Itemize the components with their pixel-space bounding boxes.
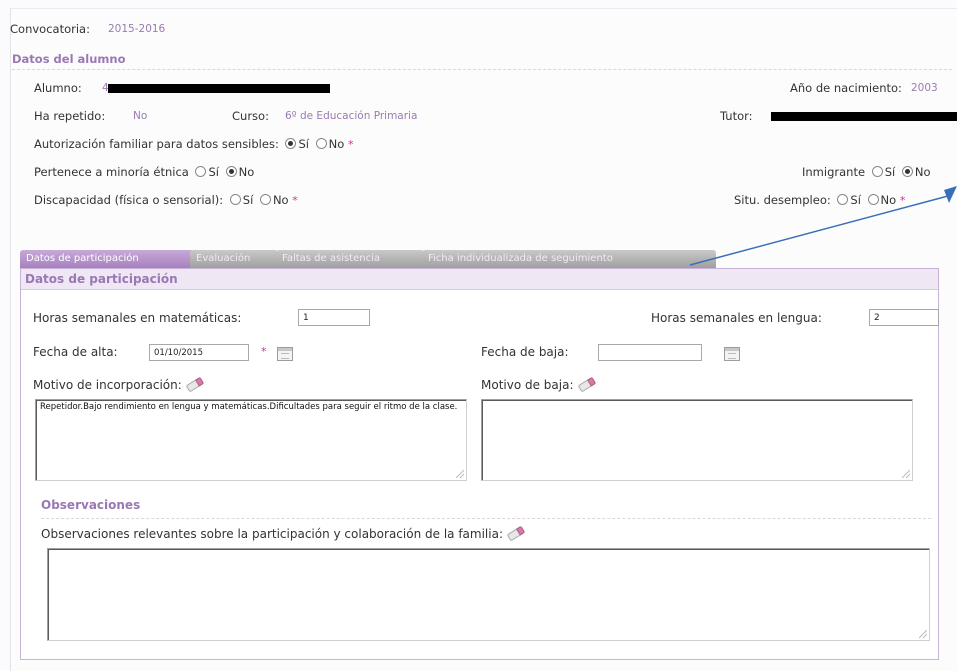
- annotation-arrow: [689, 186, 957, 266]
- page-frame: Convocatoria: 2015-2016 Datos del alumno…: [0, 0, 957, 671]
- arrow-head-icon: [944, 186, 957, 203]
